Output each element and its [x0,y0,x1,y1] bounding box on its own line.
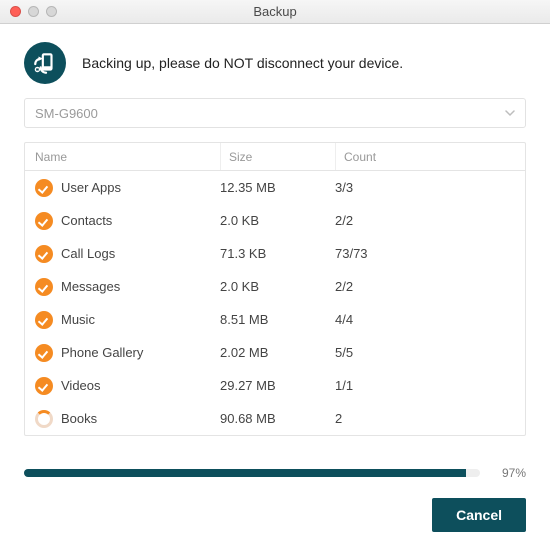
cancel-button[interactable]: Cancel [432,498,526,532]
cell-count: 5/5 [335,345,515,360]
status-done-icon [35,179,53,197]
table-row: Phone Gallery 2.02 MB5/5 [25,336,525,369]
status-done-icon [35,212,53,230]
table-row: Contacts 2.0 KB2/2 [25,204,525,237]
check-circle-icon [35,344,53,362]
cell-count: 2/2 [335,279,515,294]
cell-count: 73/73 [335,246,515,261]
row-name: User Apps [61,180,121,195]
device-select[interactable]: SM-G9600 [24,98,526,128]
progress-label: 97% [490,466,526,480]
cell-name: Videos [35,377,220,395]
cell-size: 12.35 MB [220,180,335,195]
cell-size: 8.51 MB [220,312,335,327]
status-done-icon [35,377,53,395]
table-row: Videos 29.27 MB1/1 [25,369,525,402]
status-done-icon [35,278,53,296]
row-name: Music [61,312,95,327]
status-done-icon [35,344,53,362]
row-name: Videos [61,378,101,393]
check-circle-icon [35,278,53,296]
cell-size: 2.0 KB [220,213,335,228]
device-select-value: SM-G9600 [35,106,98,121]
backup-table: Name Size Count User Apps 12.35 MB3/3 Cont… [24,142,526,436]
row-name: Call Logs [61,246,115,261]
table-row: User Apps 12.35 MB3/3 [25,171,525,204]
window-titlebar: Backup [0,0,550,24]
device-sync-icon [32,50,58,76]
table-row: Call Logs 71.3 KB73/73 [25,237,525,270]
cell-name: Phone Gallery [35,344,220,362]
status-done-icon [35,311,53,329]
col-header-name: Name [35,150,220,164]
cell-name: Call Logs [35,245,220,263]
close-window-icon[interactable] [10,6,21,17]
progress-fill [24,469,466,477]
table-header: Name Size Count [25,143,525,171]
cell-size: 2.0 KB [220,279,335,294]
row-name: Phone Gallery [61,345,143,360]
check-circle-icon [35,245,53,263]
progress-bar [24,469,480,477]
footer: Cancel [24,498,526,532]
cell-count: 4/4 [335,312,515,327]
row-name: Contacts [61,213,112,228]
col-header-size: Size [220,143,335,170]
cell-name: Contacts [35,212,220,230]
check-circle-icon [35,311,53,329]
status-done-icon [35,245,53,263]
row-name: Books [61,411,97,426]
cell-count: 2/2 [335,213,515,228]
header: Backing up, please do NOT disconnect you… [24,42,526,84]
table-row: Messages 2.0 KB2/2 [25,270,525,303]
spinner-icon [35,410,53,428]
cell-size: 90.68 MB [220,411,335,426]
chevron-down-icon [505,106,515,121]
zoom-window-icon [46,6,57,17]
status-working-icon [35,410,53,428]
window-title: Backup [0,4,550,19]
check-circle-icon [35,212,53,230]
cell-count: 2 [335,411,515,426]
check-circle-icon [35,377,53,395]
cell-name: Books [35,410,220,428]
cell-size: 71.3 KB [220,246,335,261]
progress: 97% [24,466,526,480]
traffic-lights [0,6,57,17]
table-body: User Apps12.35 MB3/3Contacts2.0 KB2/2Cal… [25,171,525,435]
cell-size: 2.02 MB [220,345,335,360]
cell-name: Music [35,311,220,329]
backup-app-icon [24,42,66,84]
check-circle-icon [35,179,53,197]
cell-name: Messages [35,278,220,296]
minimize-window-icon [28,6,39,17]
table-row: Books 90.68 MB2 [25,402,525,435]
cell-count: 3/3 [335,180,515,195]
table-row: Music 8.51 MB4/4 [25,303,525,336]
cell-size: 29.27 MB [220,378,335,393]
cell-count: 1/1 [335,378,515,393]
cell-name: User Apps [35,179,220,197]
status-message: Backing up, please do NOT disconnect you… [82,55,403,71]
col-header-count: Count [335,143,515,170]
row-name: Messages [61,279,120,294]
